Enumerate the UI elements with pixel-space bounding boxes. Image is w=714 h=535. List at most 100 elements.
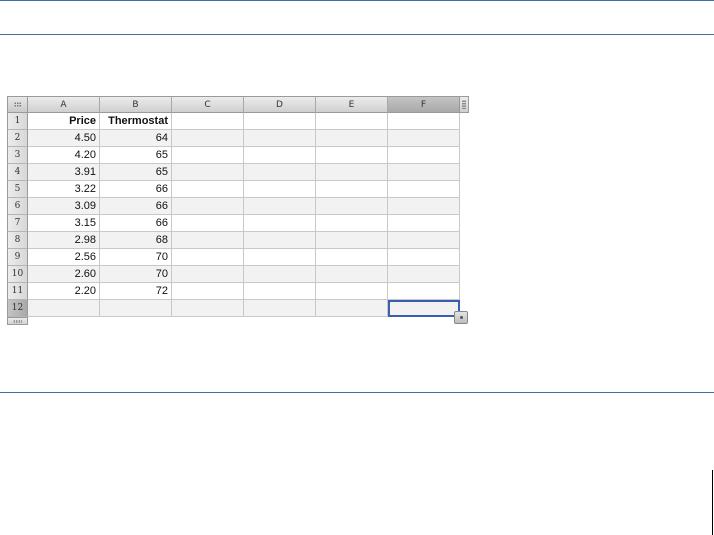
column-header-a[interactable]: A	[28, 96, 100, 113]
table-cell[interactable]: 66	[100, 181, 172, 198]
row-header-6[interactable]: 6	[7, 198, 28, 215]
table-cell[interactable]	[244, 283, 316, 300]
table-cell[interactable]	[244, 300, 316, 317]
top-divider-line	[0, 0, 714, 1]
column-header-e[interactable]: E	[316, 96, 388, 113]
table-cell[interactable]: 2.98	[28, 232, 100, 249]
row-header-2[interactable]: 2	[7, 130, 28, 147]
header-cell[interactable]: Price	[28, 113, 100, 130]
table-cell[interactable]	[316, 300, 388, 317]
resize-handle-icon	[462, 100, 466, 109]
table-cell[interactable]	[244, 147, 316, 164]
table-cell[interactable]	[100, 300, 172, 317]
table-cell[interactable]	[388, 147, 460, 164]
active-cell[interactable]	[388, 300, 460, 317]
table-cell[interactable]	[316, 232, 388, 249]
table-cell[interactable]	[316, 266, 388, 283]
table-cell[interactable]	[316, 283, 388, 300]
table-cell[interactable]: 66	[100, 215, 172, 232]
table-cell[interactable]	[316, 249, 388, 266]
table-cell[interactable]	[316, 164, 388, 181]
column-header-b[interactable]: B	[100, 96, 172, 113]
row-header-7[interactable]: 7	[7, 215, 28, 232]
table-cell[interactable]	[244, 266, 316, 283]
header-cell[interactable]	[316, 113, 388, 130]
table-cell[interactable]	[244, 164, 316, 181]
row-resize-handle[interactable]	[7, 317, 28, 325]
table-cell[interactable]: 64	[100, 130, 172, 147]
table-cell[interactable]: 3.91	[28, 164, 100, 181]
table-cell[interactable]: 4.50	[28, 130, 100, 147]
column-header-d[interactable]: D	[244, 96, 316, 113]
table-cell[interactable]	[172, 283, 244, 300]
table-cell[interactable]: 2.60	[28, 266, 100, 283]
table-cell[interactable]	[244, 181, 316, 198]
table-cell[interactable]: 65	[100, 164, 172, 181]
table-cell[interactable]	[172, 198, 244, 215]
table-cell[interactable]	[388, 283, 460, 300]
table-cell[interactable]	[172, 147, 244, 164]
header-cell[interactable]	[244, 113, 316, 130]
table-cell[interactable]	[316, 198, 388, 215]
table-cell[interactable]	[388, 198, 460, 215]
section-divider-line	[0, 392, 714, 393]
table-cell[interactable]	[316, 181, 388, 198]
table-cell[interactable]: 4.20	[28, 147, 100, 164]
table-cell[interactable]	[172, 266, 244, 283]
header-cell[interactable]: Thermostat	[100, 113, 172, 130]
row-header-11[interactable]: 11	[7, 283, 28, 300]
header-cell[interactable]	[388, 113, 460, 130]
table-cell[interactable]	[316, 215, 388, 232]
table-cell[interactable]: 65	[100, 147, 172, 164]
column-resize-handle[interactable]	[459, 96, 469, 113]
table-cell[interactable]	[244, 130, 316, 147]
table-cell[interactable]	[172, 215, 244, 232]
table-cell[interactable]: 70	[100, 266, 172, 283]
table-cell[interactable]: 3.22	[28, 181, 100, 198]
table-cell[interactable]	[388, 181, 460, 198]
table-cell[interactable]	[244, 249, 316, 266]
row-header-9[interactable]: 9	[7, 249, 28, 266]
table-cell[interactable]	[28, 300, 100, 317]
table-cell[interactable]	[388, 164, 460, 181]
column-header-f[interactable]: F	[388, 96, 460, 113]
table-cell[interactable]	[388, 130, 460, 147]
table-cell[interactable]	[172, 164, 244, 181]
table-cell[interactable]: 70	[100, 249, 172, 266]
row-header-8[interactable]: 8	[7, 232, 28, 249]
table-cell[interactable]: 72	[100, 283, 172, 300]
table-cell[interactable]	[172, 130, 244, 147]
row-header-5[interactable]: 5	[7, 181, 28, 198]
table-cell[interactable]	[244, 215, 316, 232]
row-header-12[interactable]: 12	[7, 300, 28, 317]
table-cell[interactable]	[388, 215, 460, 232]
table-cell[interactable]	[388, 249, 460, 266]
table-cell[interactable]	[388, 266, 460, 283]
table-cell[interactable]	[316, 130, 388, 147]
row-header-3[interactable]: 3	[7, 147, 28, 164]
column-header-c[interactable]: C	[172, 96, 244, 113]
table-cell[interactable]: 2.56	[28, 249, 100, 266]
resize-handle-icon	[13, 319, 22, 323]
table-cell[interactable]	[244, 198, 316, 215]
table-cell[interactable]: 66	[100, 198, 172, 215]
header-cell[interactable]	[172, 113, 244, 130]
table-cell[interactable]: 68	[100, 232, 172, 249]
table-cell[interactable]	[244, 232, 316, 249]
table-cell[interactable]: 2.20	[28, 283, 100, 300]
table-cell[interactable]	[172, 232, 244, 249]
select-all-corner[interactable]	[7, 96, 28, 113]
table-cell[interactable]	[172, 300, 244, 317]
row-header-10[interactable]: 10	[7, 266, 28, 283]
table-cell[interactable]	[316, 147, 388, 164]
table-cell[interactable]: 3.15	[28, 215, 100, 232]
table-cell[interactable]	[172, 181, 244, 198]
table-cell[interactable]	[172, 249, 244, 266]
table-resize-icon	[459, 316, 463, 319]
vertical-edge-line	[712, 470, 713, 535]
table-cell[interactable]: 3.09	[28, 198, 100, 215]
table-resize-button[interactable]	[454, 311, 468, 324]
table-cell[interactable]	[388, 232, 460, 249]
row-header-1[interactable]: 1	[7, 113, 28, 130]
row-header-4[interactable]: 4	[7, 164, 28, 181]
